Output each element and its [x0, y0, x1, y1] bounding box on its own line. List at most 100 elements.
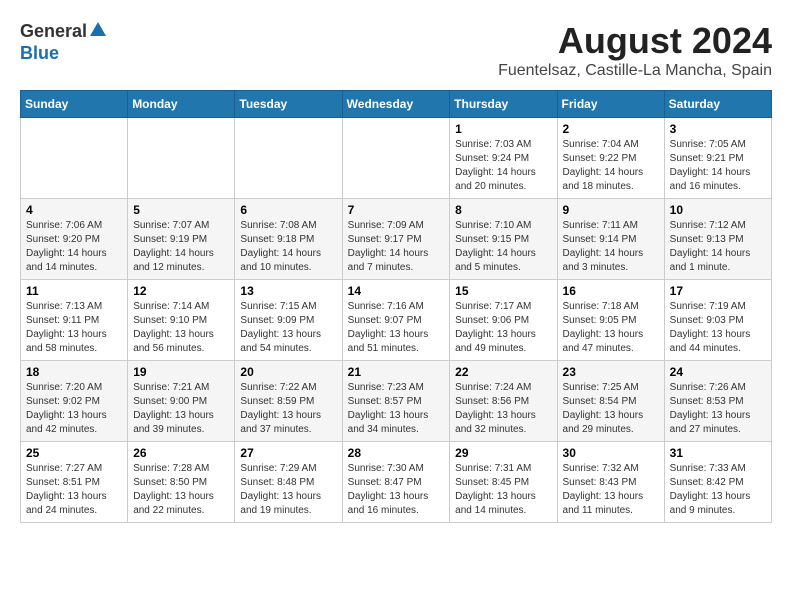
day-number: 5 [133, 203, 229, 217]
day-number: 30 [563, 446, 659, 460]
day-info: Sunrise: 7:14 AM Sunset: 9:10 PM Dayligh… [133, 300, 229, 356]
calendar-cell [342, 118, 450, 199]
day-info: Sunrise: 7:26 AM Sunset: 8:53 PM Dayligh… [670, 381, 766, 437]
day-number: 3 [670, 122, 766, 136]
calendar-cell: 24 Sunrise: 7:26 AM Sunset: 8:53 PM Dayli… [664, 361, 771, 442]
day-number: 4 [26, 203, 122, 217]
calendar-cell: 14Sunrise: 7:16 AM Sunset: 9:07 PM Dayli… [342, 280, 450, 361]
day-info: Sunrise: 7:10 AM Sunset: 9:15 PM Dayligh… [455, 219, 551, 275]
calendar-cell: 27Sunrise: 7:29 AM Sunset: 8:48 PM Dayli… [235, 442, 342, 523]
day-number: 2 [563, 122, 659, 136]
day-info: Sunrise: 7:30 AM Sunset: 8:47 PM Dayligh… [348, 462, 445, 518]
day-number: 6 [240, 203, 336, 217]
day-info: Sunrise: 7:07 AM Sunset: 9:19 PM Dayligh… [133, 219, 229, 275]
calendar-cell: 5 Sunrise: 7:07 AM Sunset: 9:19 PM Daylig… [128, 199, 235, 280]
month-year-title: August 2024 [498, 20, 772, 62]
day-number: 8 [455, 203, 551, 217]
day-info: Sunrise: 7:27 AM Sunset: 8:51 PM Dayligh… [26, 462, 122, 518]
day-info: Sunrise: 7:29 AM Sunset: 8:48 PM Dayligh… [240, 462, 336, 518]
day-info: Sunrise: 7:11 AM Sunset: 9:14 PM Dayligh… [563, 219, 659, 275]
day-number: 1 [455, 122, 551, 136]
day-number: 23 [563, 365, 659, 379]
calendar-cell: 2 Sunrise: 7:04 AM Sunset: 9:22 PM Daylig… [557, 118, 664, 199]
calendar-week-row: 1Sunrise: 7:03 AM Sunset: 9:24 PM Daylig… [21, 118, 772, 199]
calendar-week-row: 18Sunrise: 7:20 AM Sunset: 9:02 PM Dayli… [21, 361, 772, 442]
calendar-week-row: 25 Sunrise: 7:27 AM Sunset: 8:51 PM Dayli… [21, 442, 772, 523]
calendar-cell: 6 Sunrise: 7:08 AM Sunset: 9:18 PM Daylig… [235, 199, 342, 280]
day-info: Sunrise: 7:33 AM Sunset: 8:42 PM Dayligh… [670, 462, 766, 518]
calendar-cell: 31 Sunrise: 7:33 AM Sunset: 8:42 PM Dayli… [664, 442, 771, 523]
day-info: Sunrise: 7:06 AM Sunset: 9:20 PM Dayligh… [26, 219, 122, 275]
day-number: 16 [563, 284, 659, 298]
day-info: Sunrise: 7:20 AM Sunset: 9:02 PM Dayligh… [26, 381, 122, 437]
logo: General Blue [20, 20, 107, 64]
calendar-cell: 13Sunrise: 7:15 AM Sunset: 9:09 PM Dayli… [235, 280, 342, 361]
day-number: 28 [348, 446, 445, 460]
header-saturday: Saturday [664, 91, 771, 118]
day-info: Sunrise: 7:28 AM Sunset: 8:50 PM Dayligh… [133, 462, 229, 518]
day-info: Sunrise: 7:25 AM Sunset: 8:54 PM Dayligh… [563, 381, 659, 437]
calendar-cell: 15Sunrise: 7:17 AM Sunset: 9:06 PM Dayli… [450, 280, 557, 361]
calendar-cell [128, 118, 235, 199]
logo-icon [89, 20, 107, 43]
calendar-cell: 22Sunrise: 7:24 AM Sunset: 8:56 PM Dayli… [450, 361, 557, 442]
day-number: 17 [670, 284, 766, 298]
calendar-cell: 8 Sunrise: 7:10 AM Sunset: 9:15 PM Daylig… [450, 199, 557, 280]
header-friday: Friday [557, 91, 664, 118]
day-info: Sunrise: 7:08 AM Sunset: 9:18 PM Dayligh… [240, 219, 336, 275]
header-wednesday: Wednesday [342, 91, 450, 118]
day-number: 12 [133, 284, 229, 298]
calendar-cell: 18Sunrise: 7:20 AM Sunset: 9:02 PM Dayli… [21, 361, 128, 442]
calendar-cell: 23 Sunrise: 7:25 AM Sunset: 8:54 PM Dayli… [557, 361, 664, 442]
calendar-cell [21, 118, 128, 199]
day-info: Sunrise: 7:31 AM Sunset: 8:45 PM Dayligh… [455, 462, 551, 518]
day-number: 24 [670, 365, 766, 379]
day-number: 31 [670, 446, 766, 460]
day-info: Sunrise: 7:19 AM Sunset: 9:03 PM Dayligh… [670, 300, 766, 356]
day-number: 19 [133, 365, 229, 379]
calendar-cell: 3 Sunrise: 7:05 AM Sunset: 9:21 PM Daylig… [664, 118, 771, 199]
calendar-cell: 28 Sunrise: 7:30 AM Sunset: 8:47 PM Dayli… [342, 442, 450, 523]
day-number: 29 [455, 446, 551, 460]
day-info: Sunrise: 7:32 AM Sunset: 8:43 PM Dayligh… [563, 462, 659, 518]
day-info: Sunrise: 7:13 AM Sunset: 9:11 PM Dayligh… [26, 300, 122, 356]
day-number: 25 [26, 446, 122, 460]
day-number: 11 [26, 284, 122, 298]
day-number: 10 [670, 203, 766, 217]
day-info: Sunrise: 7:22 AM Sunset: 8:59 PM Dayligh… [240, 381, 336, 437]
calendar-cell: 19 Sunrise: 7:21 AM Sunset: 9:00 PM Dayli… [128, 361, 235, 442]
calendar-cell: 26 Sunrise: 7:28 AM Sunset: 8:50 PM Dayli… [128, 442, 235, 523]
day-info: Sunrise: 7:12 AM Sunset: 9:13 PM Dayligh… [670, 219, 766, 275]
calendar-table: Sunday Monday Tuesday Wednesday Thursday… [20, 90, 772, 523]
day-number: 21 [348, 365, 445, 379]
day-info: Sunrise: 7:05 AM Sunset: 9:21 PM Dayligh… [670, 138, 766, 194]
day-info: Sunrise: 7:04 AM Sunset: 9:22 PM Dayligh… [563, 138, 659, 194]
day-info: Sunrise: 7:18 AM Sunset: 9:05 PM Dayligh… [563, 300, 659, 356]
calendar-cell: 17 Sunrise: 7:19 AM Sunset: 9:03 PM Dayli… [664, 280, 771, 361]
day-number: 15 [455, 284, 551, 298]
calendar-cell: 30 Sunrise: 7:32 AM Sunset: 8:43 PM Dayli… [557, 442, 664, 523]
calendar-week-row: 4 Sunrise: 7:06 AM Sunset: 9:20 PM Daylig… [21, 199, 772, 280]
calendar-cell: 7Sunrise: 7:09 AM Sunset: 9:17 PM Daylig… [342, 199, 450, 280]
calendar-cell [235, 118, 342, 199]
day-info: Sunrise: 7:16 AM Sunset: 9:07 PM Dayligh… [348, 300, 445, 356]
day-info: Sunrise: 7:15 AM Sunset: 9:09 PM Dayligh… [240, 300, 336, 356]
calendar-cell: 16 Sunrise: 7:18 AM Sunset: 9:05 PM Dayli… [557, 280, 664, 361]
day-info: Sunrise: 7:21 AM Sunset: 9:00 PM Dayligh… [133, 381, 229, 437]
logo-general: General [20, 21, 87, 42]
day-info: Sunrise: 7:09 AM Sunset: 9:17 PM Dayligh… [348, 219, 445, 275]
calendar-cell: 11 Sunrise: 7:13 AM Sunset: 9:11 PM Dayli… [21, 280, 128, 361]
page-header: General Blue August 2024 Fuentelsaz, Cas… [20, 20, 772, 80]
header-monday: Monday [128, 91, 235, 118]
calendar-cell: 25 Sunrise: 7:27 AM Sunset: 8:51 PM Dayli… [21, 442, 128, 523]
calendar-cell: 9Sunrise: 7:11 AM Sunset: 9:14 PM Daylig… [557, 199, 664, 280]
calendar-header-row: Sunday Monday Tuesday Wednesday Thursday… [21, 91, 772, 118]
calendar-week-row: 11 Sunrise: 7:13 AM Sunset: 9:11 PM Dayli… [21, 280, 772, 361]
location-subtitle: Fuentelsaz, Castille-La Mancha, Spain [498, 62, 772, 80]
header-sunday: Sunday [21, 91, 128, 118]
day-number: 20 [240, 365, 336, 379]
logo-blue: Blue [20, 43, 59, 63]
calendar-cell: 4 Sunrise: 7:06 AM Sunset: 9:20 PM Daylig… [21, 199, 128, 280]
day-number: 26 [133, 446, 229, 460]
calendar-cell: 21Sunrise: 7:23 AM Sunset: 8:57 PM Dayli… [342, 361, 450, 442]
